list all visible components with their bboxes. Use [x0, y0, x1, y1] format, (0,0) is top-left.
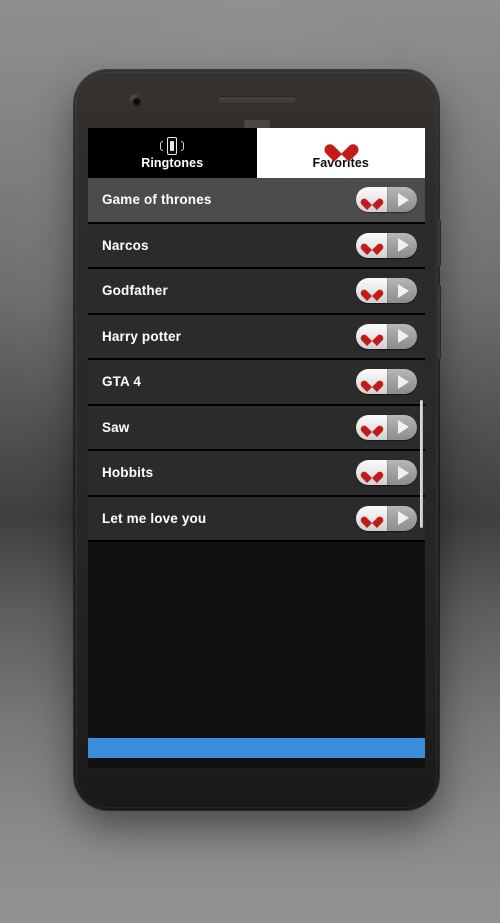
list-item[interactable]: Godfather [88, 269, 425, 315]
tab-ringtones[interactable]: Ringtones [88, 128, 257, 178]
play-icon [398, 511, 409, 526]
list-item[interactable]: Let me love you [88, 496, 425, 542]
tab-bar: Ringtones Favorites [88, 128, 425, 178]
heart-icon [365, 421, 378, 433]
ad-banner[interactable] [88, 738, 425, 758]
play-button[interactable] [387, 278, 417, 304]
heart-icon [365, 512, 378, 524]
favorite-button[interactable] [356, 369, 387, 395]
list-item-title: Game of thrones [102, 192, 212, 208]
row-actions [356, 232, 417, 258]
tab-favorites[interactable]: Favorites [256, 128, 425, 178]
list-item-title: Hobbits [102, 465, 154, 481]
list-item[interactable]: Narcos [88, 223, 425, 269]
list-item-title: Godfather [102, 283, 168, 299]
heart-icon [365, 194, 378, 206]
heart-icon [365, 467, 378, 479]
play-button[interactable] [387, 505, 417, 531]
row-actions [356, 505, 417, 531]
row-actions [356, 187, 417, 213]
play-icon [398, 465, 409, 480]
favorite-button[interactable] [356, 505, 387, 531]
phone-screen: Ringtones Favorites Game of thrones Narc… [88, 128, 425, 768]
list-item-title: Harry potter [102, 328, 182, 344]
row-actions [356, 460, 417, 486]
list-item[interactable]: GTA 4 [88, 360, 425, 406]
favorite-button[interactable] [356, 414, 387, 440]
heart-icon [365, 376, 378, 388]
list-item-title: GTA 4 [102, 374, 142, 390]
tab-favorites-label: Favorites [312, 155, 369, 170]
play-button[interactable] [387, 369, 417, 395]
favorite-button[interactable] [356, 323, 387, 349]
screenshot-stage: Ringtones Favorites Game of thrones Narc… [0, 0, 500, 923]
play-icon [398, 192, 409, 207]
favorites-list[interactable]: Game of thrones Narcos Godfather Harry p… [88, 178, 425, 768]
list-scrollbar[interactable] [420, 400, 423, 528]
heart-icon [365, 239, 378, 251]
favorite-button[interactable] [356, 232, 387, 258]
play-button[interactable] [387, 460, 417, 486]
vibrating-phone-icon [159, 137, 185, 156]
list-item[interactable]: Saw [88, 405, 425, 451]
row-actions [356, 369, 417, 395]
play-button[interactable] [387, 232, 417, 258]
list-item[interactable]: Hobbits [88, 451, 425, 497]
list-item-title: Saw [102, 419, 130, 435]
play-icon [398, 238, 409, 253]
play-icon [398, 283, 409, 298]
list-item[interactable]: Harry potter [88, 314, 425, 360]
list-item-title: Narcos [102, 237, 149, 253]
play-icon [398, 374, 409, 389]
list-item[interactable]: Game of thrones [88, 178, 425, 224]
power-button[interactable] [438, 220, 441, 266]
favorite-button[interactable] [356, 460, 387, 486]
heart-icon [331, 137, 351, 156]
row-actions [356, 323, 417, 349]
row-actions [356, 414, 417, 440]
play-icon [398, 329, 409, 344]
row-actions [356, 278, 417, 304]
play-icon [398, 420, 409, 435]
camera-icon [129, 94, 143, 108]
favorite-button[interactable] [356, 278, 387, 304]
play-button[interactable] [387, 414, 417, 440]
play-button[interactable] [387, 323, 417, 349]
tab-ringtones-label: Ringtones [141, 155, 204, 170]
favorite-button[interactable] [356, 187, 387, 213]
volume-button[interactable] [438, 285, 441, 359]
play-button[interactable] [387, 187, 417, 213]
heart-icon [365, 285, 378, 297]
list-item-title: Let me love you [102, 510, 207, 526]
phone-device: Ringtones Favorites Game of thrones Narc… [74, 70, 441, 810]
heart-icon [365, 330, 378, 342]
speaker-grille-icon [217, 96, 296, 103]
